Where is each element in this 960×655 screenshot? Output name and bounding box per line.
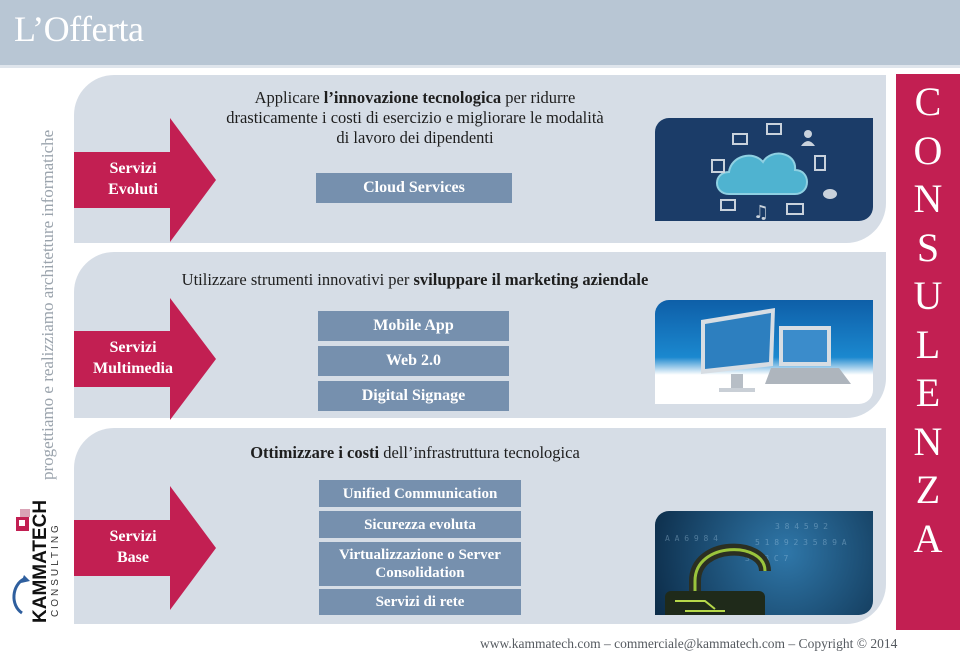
intro-text-part: dell’infrastruttura tecnologica [379, 443, 580, 462]
logo-group-mark [16, 509, 30, 531]
intro-text-part: Utilizzare strumenti innovativi per [181, 270, 414, 289]
service-cloud-services[interactable]: Cloud Services [316, 173, 512, 203]
mail-icon [732, 133, 748, 145]
page-title: L’Offerta [14, 9, 144, 49]
service-unified-communication[interactable]: Unified Communication [319, 480, 521, 507]
music-icon: ♫ [753, 202, 769, 221]
vertical-tagline: progettiamo e realizziamo architetture i… [38, 129, 57, 480]
consulenza-banner: C O N S U L E N Z A [896, 74, 960, 630]
section-intro-base: Ottimizzare i costi dell’infrastruttura … [200, 443, 630, 463]
category-arrow-evoluti: Servizi Evoluti [74, 118, 216, 242]
service-digital-signage[interactable]: Digital Signage [318, 381, 509, 411]
category-arrow-base: Servizi Base [74, 486, 216, 610]
cloud-services-illustration: ♫ [655, 118, 873, 221]
service-mobile-app[interactable]: Mobile App [318, 311, 509, 341]
logo-subtitle: CONSULTING [50, 522, 61, 617]
cloud-icon [716, 152, 808, 195]
svg-text:A A 6 9 8 4: A A 6 9 8 4 [665, 534, 718, 543]
header-bar: L’Offerta [0, 0, 960, 65]
logo-wordmark: KAMMATECH [30, 500, 51, 623]
security-padlock-illustration: 3 8 4 5 9 2 5 1 8 9 2 3 5 8 9 A A A 6 9 … [655, 511, 873, 615]
category-label: Servizi Base [109, 528, 157, 566]
service-sicurezza-evoluta[interactable]: Sicurezza evoluta [319, 511, 521, 538]
footer-contact: www.kammatech.com – commerciale@kammatec… [480, 636, 898, 651]
calendar-icon [711, 159, 725, 173]
document-icon [814, 155, 826, 171]
kammatech-logo: KAMMATECH CONSULTING [8, 495, 62, 630]
book-icon [766, 123, 782, 135]
svg-text:3 8 4 5 9 2: 3 8 4 5 9 2 [775, 522, 828, 531]
intro-text-part: Ottimizzare i costi [250, 443, 380, 462]
intro-text-part: l’innovazione tecnologica [323, 88, 502, 107]
consulenza-letters: C O N S U L E N Z A [913, 79, 943, 561]
category-arrow-multimedia: Servizi Multimedia [74, 298, 216, 420]
image-icon [720, 199, 736, 211]
laptop-icon [765, 326, 851, 384]
chat-icon [823, 189, 837, 199]
web-devices-illustration [655, 300, 873, 404]
svg-text:5 1 8 9 2 3 5 8 9 A: 5 1 8 9 2 3 5 8 9 A [755, 538, 847, 547]
desktop-monitor-icon [701, 308, 775, 392]
service-servizi-di-rete[interactable]: Servizi di rete [319, 589, 521, 615]
intro-text-part: Applicare [254, 88, 324, 107]
user-icon [804, 130, 812, 138]
category-label: Servizi Evoluti [108, 160, 158, 198]
service-web-2-0[interactable]: Web 2.0 [318, 346, 509, 376]
intro-text-part: sviluppare il marketing aziendale [413, 270, 649, 289]
service-virtualizzazione[interactable]: Virtualizzazione o Server Consolidation [319, 542, 521, 586]
section-intro-evoluti: Applicare l’innovazione tecnologica per … [220, 88, 610, 148]
section-intro-multimedia: Utilizzare strumenti innovativi per svil… [130, 270, 700, 290]
film-icon [786, 203, 804, 215]
logo-swoosh-icon [12, 577, 25, 615]
category-label: Servizi Multimedia [93, 339, 173, 377]
header-divider [0, 65, 960, 68]
